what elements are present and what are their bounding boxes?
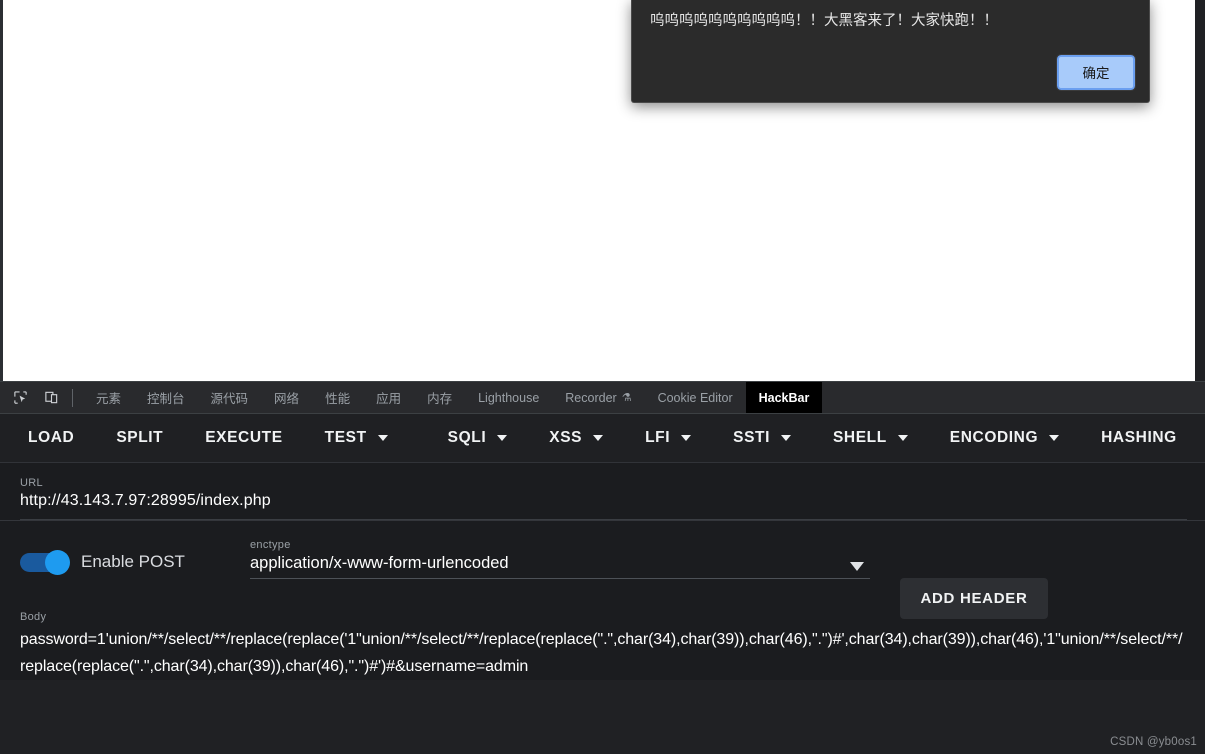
hackbar-ssti-menu[interactable]: SSTI: [723, 423, 801, 453]
hackbar-lfi-label: LFI: [645, 429, 671, 446]
tab-memory[interactable]: 内存: [414, 382, 465, 413]
hackbar-split-button[interactable]: SPLIT: [106, 423, 173, 453]
tab-cookie-editor[interactable]: Cookie Editor: [645, 382, 746, 413]
alert-message-text: 呜呜呜呜呜呜呜呜呜呜！！大黑客来了！大家快跑！！: [650, 13, 998, 29]
tab-lighthouse-label: Lighthouse: [478, 390, 540, 405]
chevron-down-icon: [593, 435, 604, 441]
hackbar-sqli-label: SQLI: [447, 429, 487, 446]
hackbar-hashing-label: HASHING: [1101, 429, 1177, 446]
page-right-edge: [1195, 0, 1205, 381]
url-underline: [20, 519, 1187, 520]
enctype-field: enctype application/x-www-form-urlencode…: [250, 539, 870, 579]
enctype-value: application/x-www-form-urlencoded: [250, 554, 509, 572]
alert-ok-button[interactable]: 确定: [1056, 54, 1136, 91]
tab-recorder[interactable]: Recorder ⚗: [552, 382, 644, 413]
chevron-down-icon: [497, 435, 508, 441]
tab-recorder-label: Recorder: [565, 390, 617, 405]
tab-performance-label: 性能: [325, 391, 351, 406]
chevron-down-icon: [780, 435, 791, 441]
tab-application-label: 应用: [376, 391, 402, 406]
hackbar-test-label: TEST: [324, 429, 367, 446]
tab-sources-label: 源代码: [210, 391, 249, 406]
hackbar-split-label: SPLIT: [116, 429, 164, 446]
flask-icon: ⚗: [621, 392, 632, 404]
hackbar-shell-menu[interactable]: SHELL: [823, 423, 918, 453]
tab-elements[interactable]: 元素: [83, 382, 134, 413]
hackbar-hashing-menu[interactable]: HASHING: [1091, 423, 1187, 453]
hackbar-execute-button[interactable]: EXECUTE: [195, 423, 292, 453]
enable-post-label: Enable POST: [81, 552, 185, 571]
chevron-down-icon: [1049, 435, 1060, 441]
url-input[interactable]: http://43.143.7.97:28995/index.php: [20, 492, 1187, 510]
enable-post-toggle[interactable]: Enable POST: [20, 549, 185, 575]
chevron-down-icon: [897, 435, 908, 441]
toggle-switch-knob: [45, 549, 70, 575]
hackbar-test-menu[interactable]: TEST: [315, 423, 398, 453]
tab-hackbar-label: HackBar: [758, 390, 810, 405]
tab-network[interactable]: 网络: [261, 382, 312, 413]
hackbar-url-field[interactable]: URL http://43.143.7.97:28995/index.php: [0, 463, 1205, 521]
tab-network-label: 网络: [274, 391, 300, 406]
chevron-down-icon[interactable]: [850, 562, 864, 571]
inspect-element-icon[interactable]: [9, 387, 31, 409]
devtools-tabstrip: 元素 控制台 源代码 网络 性能 应用 内存 Lighthouse Record…: [0, 382, 1205, 414]
hackbar-ssti-label: SSTI: [733, 429, 770, 446]
toggle-switch-track[interactable]: [20, 549, 70, 575]
tab-sources[interactable]: 源代码: [198, 382, 262, 413]
hackbar-xss-label: XSS: [549, 429, 583, 446]
hackbar-load-label: LOAD: [28, 429, 75, 446]
body-textarea[interactable]: password=1'union/**/select/**/replace(re…: [20, 626, 1187, 680]
hackbar-execute-label: EXECUTE: [205, 429, 283, 446]
tab-lighthouse[interactable]: Lighthouse: [465, 382, 552, 413]
devtools-panel: 元素 控制台 源代码 网络 性能 应用 内存 Lighthouse Record…: [0, 381, 1205, 754]
screenshot-root: 呜呜呜呜呜呜呜呜呜呜！！大黑客来了！大家快跑！！ 确定 元素 控制台 源代码 网…: [0, 0, 1205, 754]
browser-page-area: 呜呜呜呜呜呜呜呜呜呜！！大黑客来了！大家快跑！！ 确定: [0, 0, 1205, 381]
tab-application[interactable]: 应用: [363, 382, 414, 413]
hackbar-sqli-menu[interactable]: SQLI: [438, 423, 518, 453]
hackbar-toolbar: LOAD SPLIT EXECUTE TEST SQLI XSS LFI SST…: [0, 414, 1205, 463]
tab-cookie-editor-label: Cookie Editor: [657, 390, 733, 405]
tab-performance[interactable]: 性能: [312, 382, 363, 413]
devtools-tab-list: 元素 控制台 源代码 网络 性能 应用 内存 Lighthouse Record…: [83, 382, 823, 413]
hackbar-xss-menu[interactable]: XSS: [539, 423, 613, 453]
hackbar-lfi-menu[interactable]: LFI: [635, 423, 701, 453]
watermark-text: CSDN @yb0os1: [1110, 736, 1197, 748]
tab-hackbar[interactable]: HackBar: [745, 382, 823, 413]
tab-console[interactable]: 控制台: [134, 382, 198, 413]
tab-console-label: 控制台: [147, 391, 185, 406]
hackbar-shell-label: SHELL: [832, 429, 887, 446]
add-header-button[interactable]: ADD HEADER: [900, 578, 1048, 619]
chevron-down-icon: [681, 435, 692, 441]
hackbar-encoding-menu[interactable]: ENCODING: [940, 423, 1069, 453]
enctype-select[interactable]: application/x-www-form-urlencoded: [250, 554, 870, 579]
tab-elements-label: 元素: [96, 391, 122, 406]
hackbar-encoding-label: ENCODING: [949, 429, 1039, 446]
tab-memory-label: 内存: [427, 391, 453, 406]
url-label: URL: [20, 477, 43, 489]
alert-button-row: 确定: [1056, 54, 1136, 91]
tabstrip-divider: [72, 388, 73, 407]
devtools-icon-group: [0, 382, 62, 413]
device-toolbar-icon[interactable]: [40, 387, 62, 409]
javascript-alert-dialog: 呜呜呜呜呜呜呜呜呜呜！！大黑客来了！大家快跑！！ 确定: [631, 0, 1150, 103]
chevron-down-icon: [377, 435, 388, 441]
enctype-label: enctype: [250, 539, 291, 551]
add-header-label: ADD HEADER: [920, 590, 1028, 607]
hackbar-load-button[interactable]: LOAD: [18, 423, 84, 453]
